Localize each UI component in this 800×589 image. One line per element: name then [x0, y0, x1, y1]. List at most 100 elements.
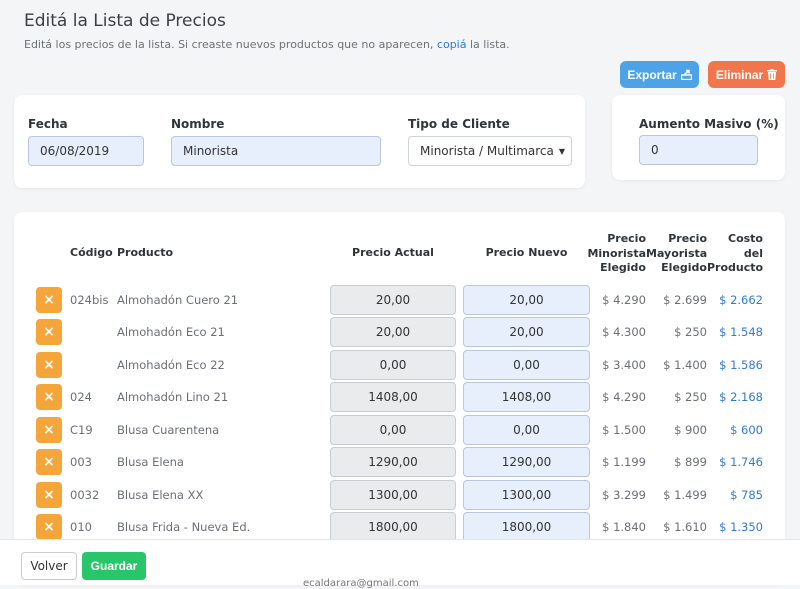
precio-nuevo-input[interactable]: 0,00 [463, 415, 590, 445]
caret-down-icon: ▼ [558, 146, 566, 156]
precio-nuevo-input[interactable]: 0,00 [463, 350, 590, 380]
cell-producto: Blusa Frida - Nueva Ed. [117, 520, 251, 534]
header-line: Producto [707, 261, 764, 274]
tipo-cliente-select[interactable]: Minorista / Multimarca ▼ [408, 136, 572, 166]
cell-precio-minorista: $ 1.199 [602, 455, 646, 469]
table-row: × 024bis Almohadón Cuero 21 20,00 20,00 … [14, 285, 785, 317]
aumento-label: Aumento Masivo (%) [639, 117, 779, 131]
close-icon: × [43, 389, 55, 405]
remove-row-button[interactable]: × [36, 449, 62, 475]
guardar-button[interactable]: Guardar [82, 552, 146, 580]
copy-list-link[interactable]: copiá [437, 38, 467, 51]
cell-costo-producto[interactable]: $ 2.662 [707, 293, 763, 307]
header-precio-minorista: Precio Minorista Elegido [584, 232, 646, 276]
tipo-cliente-value: Minorista / Multimarca [420, 144, 554, 158]
cell-precio-mayorista: $ 2.699 [663, 293, 707, 307]
header-precio-nuevo: Precio Nuevo [485, 246, 568, 259]
cell-precio-minorista: $ 1.840 [602, 520, 646, 534]
close-icon: × [43, 454, 55, 470]
footer-bar: Volver Guardar ecaldarara@gmail.com [0, 539, 800, 589]
delete-button[interactable]: Eliminar [708, 61, 785, 88]
precio-actual-field: 1408,00 [330, 382, 456, 412]
precio-actual-field: 0,00 [330, 415, 456, 445]
close-icon: × [43, 324, 55, 340]
cell-producto: Almohadón Lino 21 [117, 390, 229, 404]
cell-costo-producto[interactable]: $ 1.586 [707, 358, 763, 372]
header-line: Elegido [661, 261, 707, 274]
trash-icon [767, 69, 778, 80]
cell-precio-mayorista: $ 1.610 [663, 520, 707, 534]
page-header: Editá la Lista de Precios Editá los prec… [24, 8, 510, 51]
cell-precio-mayorista: $ 899 [674, 455, 707, 469]
remove-row-button[interactable]: × [36, 287, 62, 313]
remove-row-button[interactable]: × [36, 482, 62, 508]
table-row: × 0032 Blusa Elena XX 1300,00 1300,00 $ … [14, 480, 785, 512]
cell-costo-producto[interactable]: $ 600 [707, 423, 763, 437]
cell-codigo: 003 [70, 455, 92, 469]
header-line: Mayorista [646, 246, 708, 260]
table-row: × Almohadón Eco 21 20,00 20,00 $ 4.300 $… [14, 317, 785, 349]
tipo-cliente-label: Tipo de Cliente [408, 117, 510, 131]
table-row: × Almohadón Eco 22 0,00 0,00 $ 3.400 $ 1… [14, 350, 785, 382]
precio-actual-field: 20,00 [330, 317, 456, 347]
volver-button[interactable]: Volver [21, 552, 77, 580]
cell-precio-mayorista: $ 1.499 [663, 488, 707, 502]
cell-costo-producto[interactable]: $ 785 [707, 488, 763, 502]
precio-actual-field: 0,00 [330, 350, 456, 380]
precio-actual-field: 1300,00 [330, 480, 456, 510]
aumento-input[interactable]: 0 [639, 135, 758, 165]
header-line: Precio [607, 232, 646, 245]
remove-row-button[interactable]: × [36, 384, 62, 410]
fecha-input[interactable]: 06/08/2019 [28, 136, 144, 166]
cell-codigo: 024 [70, 390, 92, 404]
header-line: Minorista [587, 246, 646, 260]
page-subtitle: Editá los precios de la lista. Si creast… [24, 38, 510, 51]
cell-producto: Almohadón Eco 21 [117, 325, 225, 339]
precio-nuevo-input[interactable]: 20,00 [463, 317, 590, 347]
header-precio-actual: Precio Actual [352, 246, 434, 259]
page-title: Editá la Lista de Precios [24, 11, 226, 31]
cell-costo-producto[interactable]: $ 2.168 [707, 390, 763, 404]
cell-codigo: 024bis [70, 293, 109, 307]
cell-codigo: 0032 [70, 488, 100, 502]
cell-costo-producto[interactable]: $ 1.746 [707, 455, 763, 469]
precio-nuevo-input[interactable]: 1800,00 [463, 512, 590, 542]
precio-actual-field: 20,00 [330, 285, 456, 315]
cell-producto: Blusa Cuarentena [117, 423, 220, 437]
nombre-label: Nombre [171, 117, 225, 131]
cell-costo-producto[interactable]: $ 1.548 [707, 325, 763, 339]
remove-row-button[interactable]: × [36, 417, 62, 443]
precio-nuevo-input[interactable]: 1408,00 [463, 382, 590, 412]
precio-nuevo-input[interactable]: 1300,00 [463, 480, 590, 510]
export-icon [680, 69, 692, 80]
cell-precio-minorista: $ 1.500 [602, 423, 646, 437]
cell-producto: Blusa Elena [117, 455, 184, 469]
table-row: × 024 Almohadón Lino 21 1408,00 1408,00 … [14, 382, 785, 414]
close-icon: × [43, 519, 55, 535]
header-line: del [743, 246, 763, 260]
export-button[interactable]: Exportar [620, 61, 699, 88]
table-row: × 003 Blusa Elena 1290,00 1290,00 $ 1.19… [14, 447, 785, 479]
cell-producto: Blusa Elena XX [117, 488, 204, 502]
cell-producto: Almohadón Cuero 21 [117, 293, 239, 307]
precio-nuevo-input[interactable]: 1290,00 [463, 447, 590, 477]
cell-precio-mayorista: $ 250 [674, 390, 707, 404]
remove-row-button[interactable]: × [36, 514, 62, 540]
precio-actual-field: 1290,00 [330, 447, 456, 477]
cell-producto: Almohadón Eco 22 [117, 358, 225, 372]
remove-row-button[interactable]: × [36, 319, 62, 345]
precio-actual-field: 1800,00 [330, 512, 456, 542]
header-line: Costo [728, 232, 763, 245]
precio-nuevo-input[interactable]: 20,00 [463, 285, 590, 315]
header-costo-producto: Costo del Producto [707, 232, 763, 276]
close-icon: × [43, 422, 55, 438]
header-precio-mayorista: Precio Mayorista Elegido [646, 232, 707, 276]
cell-precio-minorista: $ 3.400 [602, 358, 646, 372]
table-row: × C19 Blusa Cuarentena 0,00 0,00 $ 1.500… [14, 415, 785, 447]
remove-row-button[interactable]: × [36, 352, 62, 378]
nombre-input[interactable]: Minorista [171, 136, 381, 166]
delete-label: Eliminar [715, 67, 764, 82]
cell-costo-producto[interactable]: $ 1.350 [707, 520, 763, 534]
close-icon: × [43, 357, 55, 373]
header-line: Elegido [600, 261, 646, 274]
